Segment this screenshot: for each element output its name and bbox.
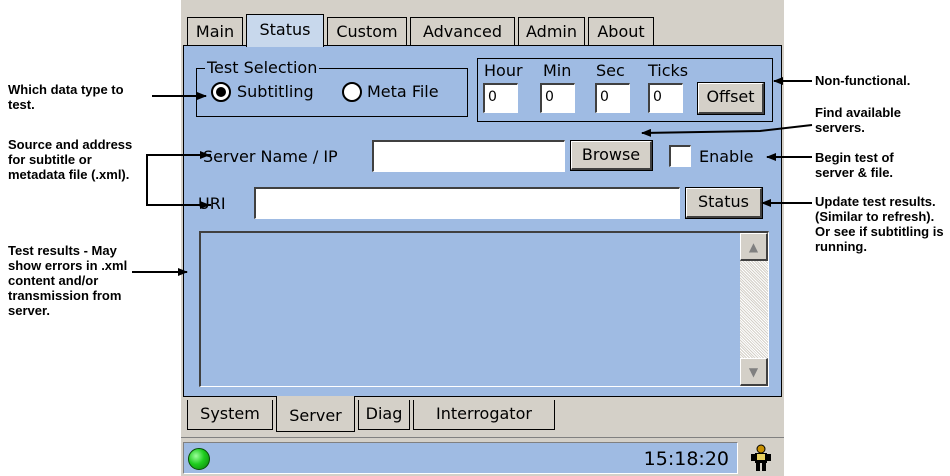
arrow-source-bracket (146, 154, 211, 206)
tab-server[interactable]: Server (276, 396, 355, 432)
tab-status[interactable]: Status (246, 14, 324, 47)
callout-arrows (132, 77, 813, 276)
arrow-find-servers (641, 124, 813, 137)
